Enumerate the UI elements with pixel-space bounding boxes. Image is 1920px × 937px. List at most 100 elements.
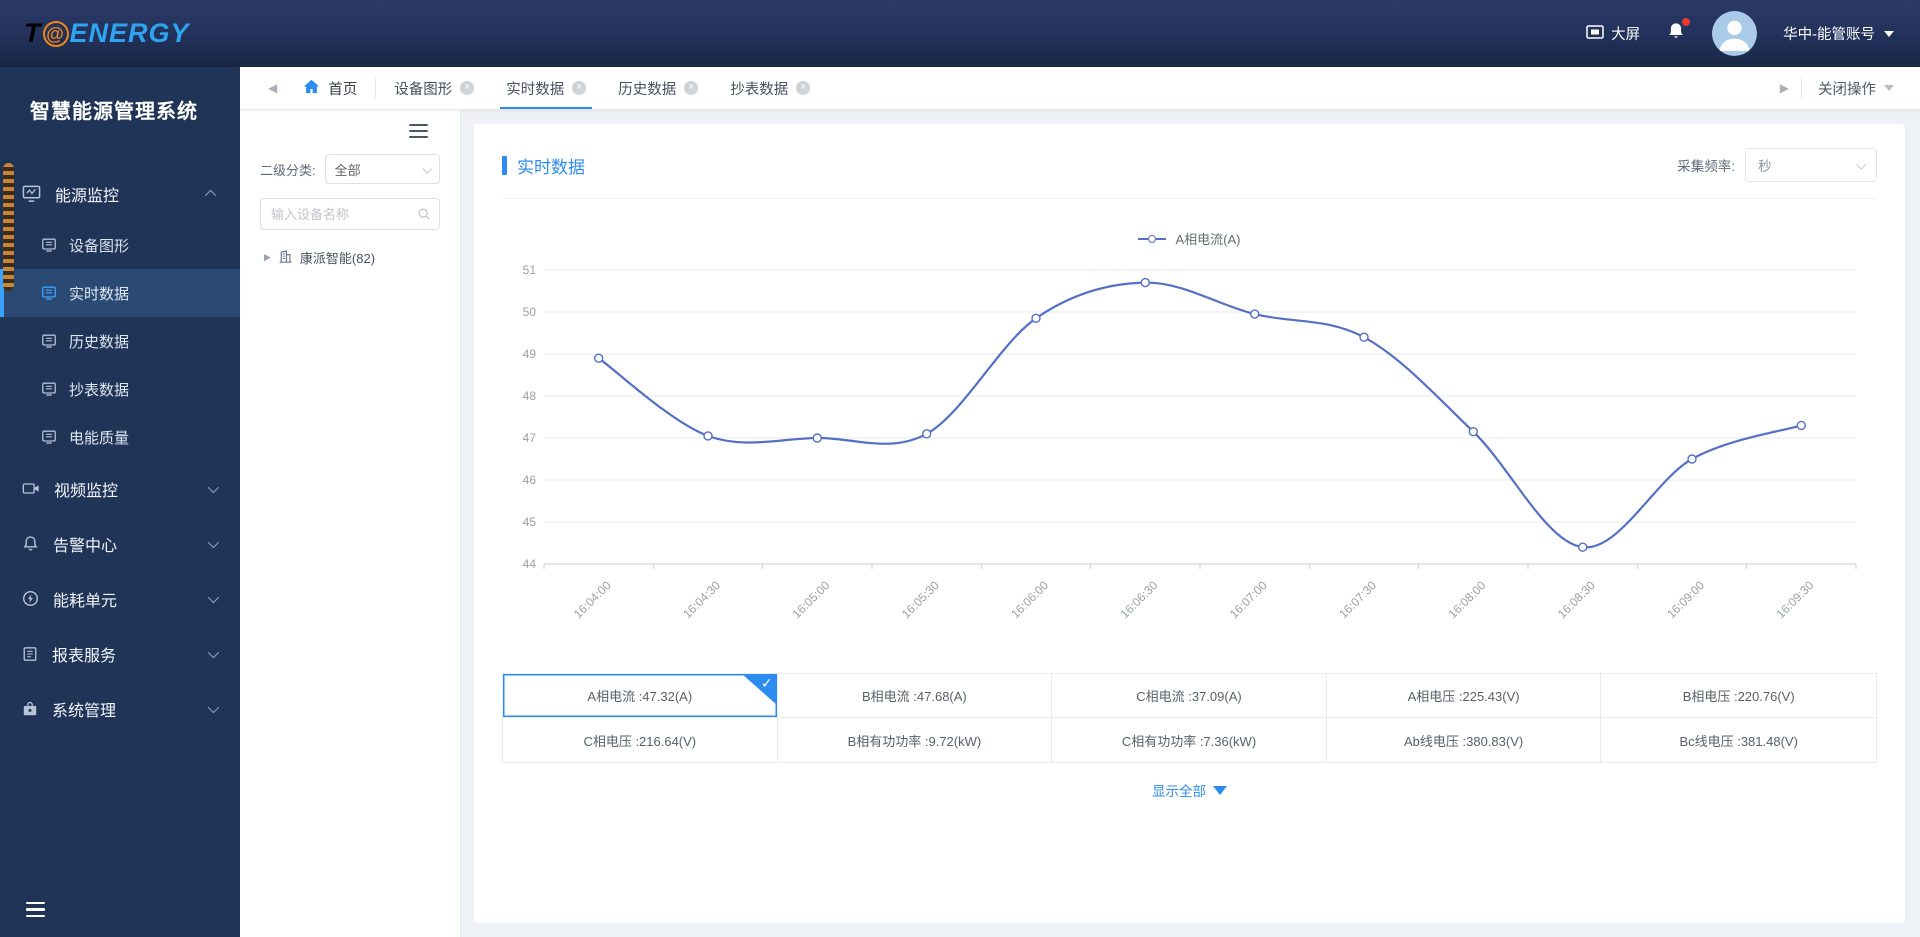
sidebar-subitem-实时数据[interactable]: 实时数据 xyxy=(0,269,240,317)
tab-历史数据[interactable]: 历史数据 × xyxy=(610,67,706,109)
chevron-down-icon xyxy=(207,701,220,713)
measurement-cell[interactable]: B相电流 :47.68(A) xyxy=(777,674,1053,718)
tabbar: ◀ 首页 设备图形 × 实时数据 × 历史数据 × 抄表数据 × ▶ 关闭操作 xyxy=(240,67,1920,110)
svg-text:16:04:30: 16:04:30 xyxy=(680,578,723,621)
sidebar-item-报表服务[interactable]: 报表服务 xyxy=(0,626,240,681)
logo-text: ENERGY xyxy=(69,18,190,48)
sidebar-scrollbar[interactable] xyxy=(3,163,14,291)
main-area: 实时数据 采集频率: 秒 A相电流(A) 44 45 46 47 48 49 5… xyxy=(461,110,1920,937)
sidebar-title: 智慧能源管理系统 xyxy=(30,101,198,123)
tree-node-kangpai[interactable]: ▶ 康派智能(82) xyxy=(260,248,440,267)
notification-badge xyxy=(1682,18,1691,26)
tab-抄表数据[interactable]: 抄表数据 × xyxy=(722,67,818,109)
close-icon[interactable]: × xyxy=(572,81,587,95)
sidebar-item-label: 视频监控 xyxy=(54,482,119,500)
tab-设备图形[interactable]: 设备图形 × xyxy=(386,67,482,109)
tabbar-divider xyxy=(375,78,377,98)
sidebar-item-告警中心[interactable]: 告警中心 xyxy=(0,516,240,571)
collapse-sidebar-button[interactable] xyxy=(26,901,45,917)
section-title: 实时数据 xyxy=(502,153,585,178)
sidebar-item-系统管理[interactable]: 系统管理 xyxy=(0,681,240,736)
close-operations-menu[interactable]: 关闭操作 xyxy=(1804,67,1902,109)
measurement-cell[interactable]: C相电压 :216.64(V) xyxy=(503,718,778,762)
sidebar: 智慧能源管理系统 能源监控设备图形实时数据历史数据抄表数据电能质量视频监控告警中… xyxy=(0,67,240,937)
device-tree: ▶ 康派智能(82) xyxy=(260,248,440,267)
sidebar-item-label: 告警中心 xyxy=(53,537,118,555)
frequency-select[interactable]: 秒 xyxy=(1745,148,1877,182)
svg-text:46: 46 xyxy=(523,473,537,487)
svg-text:16:04:00: 16:04:00 xyxy=(571,578,614,621)
app-header: T @ ENERGY 大屏 华中-能管账号 xyxy=(0,0,1920,67)
close-icon[interactable]: × xyxy=(460,81,475,95)
measurement-cell[interactable]: Bc线电压 :381.48(V) xyxy=(1601,718,1876,762)
chart-legend[interactable]: A相电流(A) xyxy=(502,229,1877,248)
close-operations-label: 关闭操作 xyxy=(1818,81,1876,98)
sidebar-subitem-label: 实时数据 xyxy=(69,285,130,303)
alarm-center-icon xyxy=(22,535,39,552)
category-select[interactable]: 全部 xyxy=(324,154,440,184)
power-quality-icon xyxy=(41,429,57,445)
tab-home[interactable]: 首页 xyxy=(287,67,373,109)
tab-实时数据[interactable]: 实时数据 × xyxy=(498,67,594,109)
sidebar-item-label: 能源监控 xyxy=(55,187,120,205)
svg-text:16:08:00: 16:08:00 xyxy=(1445,578,1488,621)
device-search-input[interactable] xyxy=(260,198,440,230)
sidebar-subitem-label: 电能质量 xyxy=(69,429,130,447)
tabs-scroll-left-button[interactable]: ◀ xyxy=(258,67,287,109)
legend-line-marker-icon xyxy=(1138,234,1167,243)
measurement-cell[interactable]: B相有功功率 :9.72(kW) xyxy=(777,718,1053,762)
measurement-cell[interactable]: B相电压 :220.76(V) xyxy=(1601,674,1876,718)
tree-expand-icon[interactable]: ▶ xyxy=(264,252,271,263)
tab-label: 抄表数据 xyxy=(730,81,789,98)
logo-at-icon: @ xyxy=(42,21,69,47)
sidebar-item-能源监控[interactable]: 能源监控 xyxy=(0,166,240,221)
svg-text:16:06:30: 16:06:30 xyxy=(1117,578,1160,621)
svg-text:16:05:00: 16:05:00 xyxy=(789,578,832,621)
chevron-down-icon xyxy=(1856,159,1867,170)
collapse-panel-button[interactable] xyxy=(409,124,428,138)
logo: T @ ENERGY xyxy=(24,18,190,49)
avatar[interactable] xyxy=(1712,11,1758,56)
sidebar-item-能耗单元[interactable]: 能耗单元 xyxy=(0,571,240,626)
big-screen-label: 大屏 xyxy=(1611,27,1641,43)
measurement-cell[interactable]: A相电流 :47.32(A) xyxy=(503,674,778,718)
history-data-icon xyxy=(41,333,57,349)
measurement-cell[interactable]: C相有功功率 :7.36(kW) xyxy=(1052,718,1327,762)
sidebar-footer xyxy=(0,891,240,937)
tab-label: 历史数据 xyxy=(618,81,677,98)
triangle-down-icon xyxy=(1213,785,1227,795)
sidebar-subitem-抄表数据[interactable]: 抄表数据 xyxy=(0,365,240,413)
svg-text:48: 48 xyxy=(523,389,537,403)
search-icon xyxy=(417,207,431,226)
sidebar-item-label: 报表服务 xyxy=(52,647,117,665)
sidebar-subitem-label: 历史数据 xyxy=(69,333,130,351)
tab-home-label: 首页 xyxy=(328,81,358,98)
sidebar-subitem-电能质量[interactable]: 电能质量 xyxy=(0,413,240,461)
sidebar-item-视频监控[interactable]: 视频监控 xyxy=(0,461,240,516)
category-value: 全部 xyxy=(334,162,361,178)
account-menu[interactable]: 华中-能管账号 xyxy=(1783,23,1894,44)
svg-text:50: 50 xyxy=(523,305,537,319)
measurement-cell[interactable]: C相电流 :37.09(A) xyxy=(1052,674,1327,718)
caret-down-icon xyxy=(1884,85,1894,91)
sidebar-item-label: 系统管理 xyxy=(52,702,117,720)
close-icon[interactable]: × xyxy=(796,81,811,95)
sidebar-subitem-历史数据[interactable]: 历史数据 xyxy=(0,317,240,365)
header-right: 大屏 华中-能管账号 xyxy=(1586,11,1894,56)
title-accent-bar xyxy=(502,155,507,175)
tabs-scroll-right-button[interactable]: ▶ xyxy=(1770,67,1799,109)
measurement-cell[interactable]: Ab线电压 :380.83(V) xyxy=(1326,718,1602,762)
notifications-button[interactable] xyxy=(1666,18,1691,46)
big-screen-button[interactable]: 大屏 xyxy=(1586,23,1640,44)
sidebar-subitem-label: 抄表数据 xyxy=(69,381,130,399)
measurement-cell[interactable]: A相电压 :225.43(V) xyxy=(1326,674,1602,718)
close-icon[interactable]: × xyxy=(684,81,699,95)
sidebar-subitem-设备图形[interactable]: 设备图形 xyxy=(0,221,240,269)
video-monitor-icon xyxy=(22,480,40,497)
svg-text:49: 49 xyxy=(523,347,537,361)
device-filter-panel: 二级分类: 全部 ▶ 康派智能(82) xyxy=(240,110,461,937)
app-root: T @ ENERGY 大屏 华中-能管账号 智慧能源管理系统 能源监控 设备图形 实时数… xyxy=(0,0,1920,937)
show-all-button[interactable]: 显示全部 xyxy=(502,780,1877,800)
svg-text:16:09:00: 16:09:00 xyxy=(1664,578,1707,621)
chevron-down-icon xyxy=(207,536,220,548)
